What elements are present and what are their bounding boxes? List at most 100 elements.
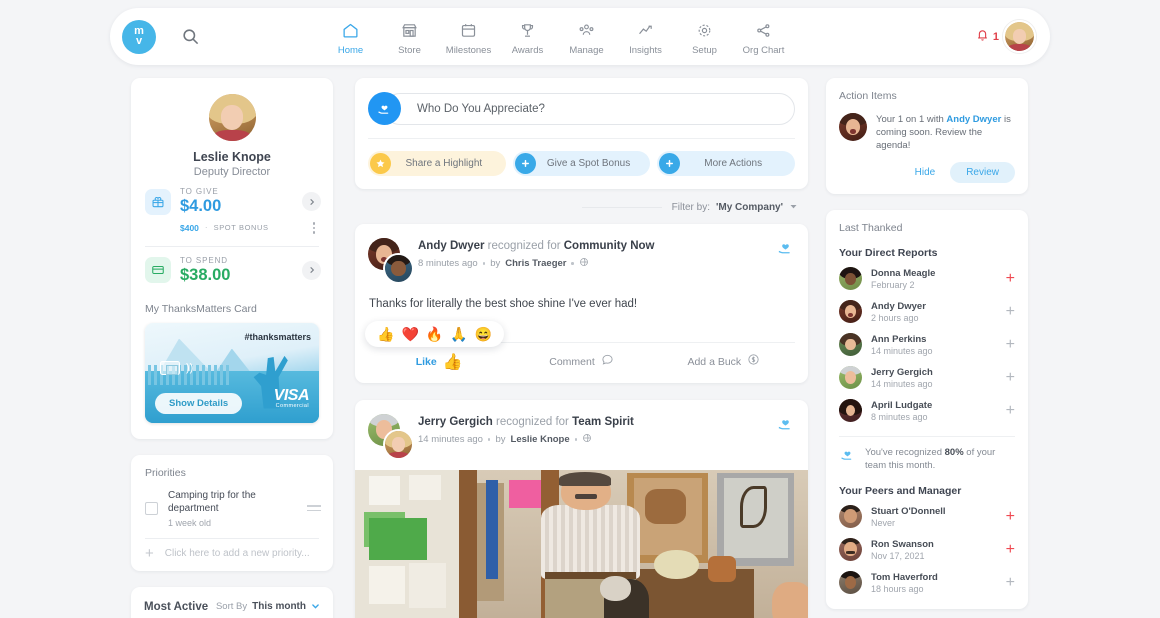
spot-bonus-more-icon[interactable] [309,220,320,236]
chevron-down-icon[interactable] [311,598,320,616]
person-last-thanked: 2 hours ago [871,312,919,323]
sort-by-value[interactable]: This month [252,601,306,612]
post-title-block: Andy Dwyer recognized for Community Now … [418,238,654,284]
show-details-button[interactable]: Show Details [155,392,243,414]
hide-button[interactable]: Hide [908,163,943,182]
profile-avatar[interactable] [208,94,256,141]
priority-checkbox[interactable] [145,501,158,515]
list-item[interactable]: Donna Meagle February 2 + [826,262,1028,295]
reaction-picker[interactable]: 👍 ❤️ 🔥 🙏 😄 [365,321,505,347]
nav-item-home[interactable]: Home [322,18,379,56]
give-a-spot-bonus-button[interactable]: Give a Spot Bonus [512,151,651,176]
comment-button[interactable]: Comment [510,352,652,372]
person-last-thanked: 8 minutes ago [871,411,928,422]
reaction-fire-icon[interactable]: 🔥 [426,327,443,341]
person-avatar[interactable] [839,333,862,356]
chevron-down-icon[interactable] [789,198,798,216]
list-item[interactable]: Stuart O'Donnell Never + [826,500,1028,533]
nav-item-store[interactable]: Store [381,18,438,56]
share-nodes-icon [755,21,772,41]
priorities-card: Priorities Camping trip for the departme… [131,454,333,571]
person-avatar[interactable] [839,267,862,290]
add-recognition-icon[interactable]: + [1006,575,1015,591]
nav-label-store: Store [398,44,421,56]
nav-item-awards[interactable]: Awards [499,18,556,56]
add-recognition-icon[interactable]: + [1006,370,1015,386]
person-avatar[interactable] [839,571,862,594]
app-root: m v Home Store Milestones Awards Manage … [0,0,1160,618]
filter-value[interactable]: 'My Company' [716,202,783,213]
person-info: Ann Perkins 14 minutes ago [871,334,997,356]
list-item[interactable]: Ann Perkins 14 minutes ago + [826,328,1028,361]
list-item[interactable]: Tom Haverford 18 hours ago + [826,566,1028,599]
post-hand-heart-icon[interactable] [776,238,795,262]
person-avatar[interactable] [839,300,862,323]
reaction-smile-icon[interactable]: 😄 [475,327,492,341]
add-recognition-icon[interactable]: + [1006,509,1015,525]
add-a-buck-label: Add a Buck [687,356,742,368]
person-name: Andy Dwyer [871,300,926,312]
search-icon[interactable] [170,17,210,57]
list-item[interactable]: Ron Swanson Nov 17, 2021 + [826,533,1028,566]
trend-up-icon [637,21,654,41]
nav-item-milestones[interactable]: Milestones [440,18,497,56]
add-recognition-icon[interactable]: + [1006,403,1015,419]
list-item[interactable]: Jerry Gergich 14 minutes ago + [826,361,1028,394]
post-giver-name: Chris Traeger [505,258,567,269]
action-item-person[interactable]: Andy Dwyer [946,114,1001,125]
nav-item-insights[interactable]: Insights [617,18,674,56]
share-a-highlight-button[interactable]: Share a Highlight [368,151,506,176]
priority-item[interactable]: Camping trip for the department 1 week o… [131,479,333,538]
post-hand-heart-icon[interactable] [776,414,795,438]
action-item-avatar[interactable] [839,113,867,141]
to-spend-row[interactable]: TO SPEND $38.00 [131,247,333,289]
add-recognition-icon[interactable]: + [1006,337,1015,353]
add-recognition-icon[interactable]: + [1006,304,1015,320]
to-give-chevron-right-icon[interactable] [302,192,321,211]
list-item[interactable]: April Ludgate 8 minutes ago + [826,394,1028,427]
person-avatar[interactable] [839,399,862,422]
person-last-thanked: 14 minutes ago [871,345,933,356]
nav-item-org-chart[interactable]: Org Chart [735,18,792,56]
nav-item-manage[interactable]: Manage [558,18,615,56]
reaction-thumbs-up-icon[interactable]: 👍 [377,327,394,341]
add-recognition-icon[interactable]: + [1006,271,1015,287]
left-sidebar: Leslie Knope Deputy Director TO GIVE $4.… [131,78,333,618]
person-info: Ron Swanson Nov 17, 2021 [871,539,997,561]
to-give-row[interactable]: TO GIVE $4.00 [131,178,333,220]
reaction-pray-icon[interactable]: 🙏 [450,327,467,341]
nav-item-setup[interactable]: Setup [676,18,733,56]
more-actions-button[interactable]: More Actions [657,151,796,176]
appreciate-composer-card: Share a Highlight Give a Spot Bonus More… [355,78,808,189]
add-a-buck-button[interactable]: Add a Buck [653,352,795,372]
add-priority-placeholder: Click here to add a new priority... [164,548,310,559]
notifications-button[interactable]: 1 [975,27,999,47]
review-button[interactable]: Review [950,162,1015,183]
brand-logo[interactable]: m v [122,19,156,54]
trophy-icon [519,21,536,41]
post-giver-avatar[interactable] [385,431,412,458]
to-spend-chevron-right-icon[interactable] [302,260,321,280]
avatar[interactable] [1003,20,1036,53]
person-avatar[interactable] [839,505,862,528]
separator-dot-icon [487,438,491,441]
list-item[interactable]: Andy Dwyer 2 hours ago + [826,295,1028,328]
add-priority-row[interactable]: + Click here to add a new priority... [131,539,333,571]
thanksmatters-card[interactable]: #thanksmatters )) Show Details VISA Comm… [145,322,319,423]
appreciate-input-row [368,92,795,125]
person-last-thanked: Nov 17, 2021 [871,550,925,561]
add-recognition-icon[interactable]: + [1006,542,1015,558]
drag-handle-icon[interactable] [307,505,321,511]
post-giver-avatar[interactable] [385,255,412,282]
person-avatar[interactable] [839,366,862,389]
reaction-heart-icon[interactable]: ❤️ [401,327,418,341]
hand-heart-icon[interactable] [368,92,401,125]
appreciate-input[interactable] [384,92,795,125]
like-button[interactable]: Like 👍 [368,352,510,372]
person-avatar[interactable] [839,538,862,561]
star-icon [370,153,391,174]
post-award-value: Community Now [563,240,655,252]
person-name: Jerry Gergich [871,366,933,378]
post-media-photo[interactable] [355,470,808,618]
to-spend-text: TO SPEND $38.00 [180,256,293,285]
